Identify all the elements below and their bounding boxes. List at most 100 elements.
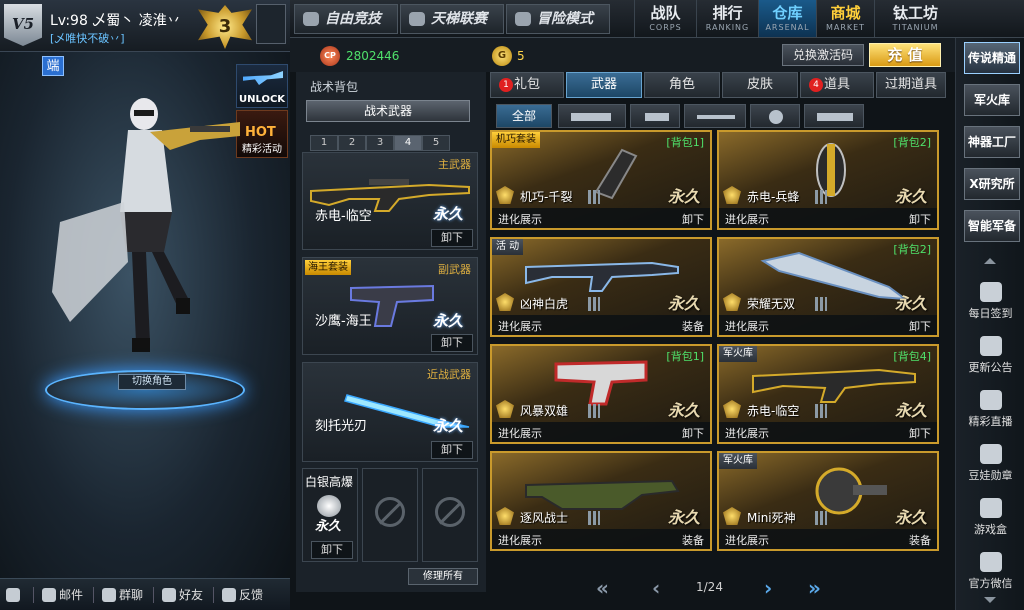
- clan-name[interactable]: [乄唯快不破丷]: [50, 30, 125, 46]
- empty-slot[interactable]: [362, 468, 418, 562]
- weapon-name: 荣耀无双: [747, 297, 796, 311]
- backpack-slot-3[interactable]: 3: [366, 135, 394, 151]
- secondary-weapon-slot[interactable]: 海王套装 副武器 沙鹰-海王 永久 卸下: [302, 257, 478, 355]
- nav-titanium[interactable]: 钛工坊 TITANIUM: [874, 0, 956, 37]
- tab-items[interactable]: 4 道具: [800, 72, 874, 98]
- daily-checkin-button[interactable]: 每日签到: [956, 282, 1024, 321]
- prev-page-icon[interactable]: ‹: [652, 576, 660, 600]
- legend-mastery-button[interactable]: 传说精通: [964, 42, 1020, 74]
- profile-expand-button[interactable]: [256, 4, 286, 44]
- card-action-button[interactable]: 装备: [682, 318, 704, 334]
- card-action-button[interactable]: 卸下: [909, 425, 931, 441]
- backpack-slot-2[interactable]: 2: [338, 135, 366, 151]
- evolution-preview-button[interactable]: 进化展示: [725, 532, 769, 548]
- filter-rifles[interactable]: [558, 104, 626, 128]
- mail-label: 邮件: [59, 588, 84, 602]
- update-notice-button[interactable]: 更新公告: [956, 336, 1024, 375]
- feedback-button[interactable]: 反馈: [222, 586, 263, 603]
- next-page-icon[interactable]: ›: [764, 576, 772, 600]
- medal-button[interactable]: 豆娃勋章: [956, 444, 1024, 483]
- mail-button[interactable]: 邮件: [42, 586, 83, 603]
- recharge-button[interactable]: 充 值: [869, 43, 941, 67]
- switch-character-button[interactable]: 切换角色: [118, 374, 186, 390]
- unequip-button[interactable]: 卸下: [431, 441, 473, 459]
- card-action-button[interactable]: 装备: [909, 532, 931, 548]
- scroll-up-icon[interactable]: [984, 258, 996, 264]
- tab-gift-pack[interactable]: 1 礼包: [490, 72, 564, 98]
- unlock-promo-button[interactable]: UNLOCK: [236, 64, 288, 108]
- filter-all[interactable]: 全部: [496, 104, 552, 128]
- card-action-button[interactable]: 卸下: [909, 211, 931, 227]
- weapon-card[interactable]: 机巧套装 [背包1] 机巧-千裂 永久 进化展示 卸下: [490, 130, 712, 230]
- last-page-icon[interactable]: »: [808, 576, 821, 600]
- weapon-card[interactable]: [背包1] 风暴双雄 永久 进化展示 卸下: [490, 344, 712, 444]
- weapon-card[interactable]: 逐风战士 永久 进化展示 装备: [490, 451, 712, 551]
- mode-free-battle[interactable]: 自由竞技: [294, 4, 398, 34]
- evolution-preview-button[interactable]: 进化展示: [498, 318, 542, 334]
- group-chat-button[interactable]: 群聊: [102, 586, 143, 603]
- game-box-button[interactable]: 游戏盒: [956, 498, 1024, 537]
- nav-market[interactable]: 商城 MARKET: [816, 0, 874, 37]
- card-action-button[interactable]: 装备: [682, 532, 704, 548]
- nav-label: 排行: [712, 4, 743, 22]
- redeem-code-button[interactable]: 兑换激活码: [782, 44, 864, 66]
- unequip-button[interactable]: 卸下: [431, 229, 473, 247]
- tab-characters[interactable]: 角色: [644, 72, 720, 98]
- mode-adventure[interactable]: 冒险模式: [506, 4, 610, 34]
- backpack-slot-1[interactable]: 1: [310, 135, 338, 151]
- filter-grenades[interactable]: [750, 104, 800, 128]
- card-action-button[interactable]: 卸下: [909, 318, 931, 334]
- mode-ladder-league[interactable]: 天梯联赛: [400, 4, 504, 34]
- tab-expired-items[interactable]: 过期道具: [876, 72, 946, 98]
- tab-label: 角色: [668, 77, 695, 92]
- unequip-button[interactable]: 卸下: [311, 541, 353, 559]
- unequip-button[interactable]: 卸下: [431, 334, 473, 352]
- backpack-slot-4[interactable]: 4: [394, 135, 422, 151]
- empty-slot[interactable]: [422, 468, 478, 562]
- filter-pistols[interactable]: [630, 104, 680, 128]
- evolution-preview-button[interactable]: 进化展示: [725, 211, 769, 227]
- primary-weapon-slot[interactable]: 主武器 赤电-临空 永久 卸下: [302, 152, 478, 250]
- repair-all-button[interactable]: 修理所有: [408, 568, 478, 585]
- nav-ranking[interactable]: 排行 RANKING: [696, 0, 758, 37]
- weapon-filter-bar: 全部: [490, 104, 946, 128]
- artifact-factory-button[interactable]: 神器工厂: [964, 126, 1020, 158]
- evolution-preview-button[interactable]: 进化展示: [498, 532, 542, 548]
- smart-armory-button[interactable]: 智能军备: [964, 210, 1020, 242]
- evolution-preview-button[interactable]: 进化展示: [498, 211, 542, 227]
- nav-arsenal[interactable]: 仓库 ARSENAL: [758, 0, 816, 37]
- tab-label: 道具: [823, 77, 850, 92]
- nav-corps[interactable]: 战队 CORPS: [634, 0, 696, 37]
- weapon-card[interactable]: [背包2] 荣耀无双 永久 进化展示 卸下: [717, 237, 939, 337]
- tab-skins[interactable]: 皮肤: [722, 72, 798, 98]
- friends-button[interactable]: 好友: [162, 586, 203, 603]
- hot-event-button[interactable]: HOT 精彩活动: [236, 110, 288, 158]
- weapon-card[interactable]: 军火库 Mini死神 永久 进化展示 装备: [717, 451, 939, 551]
- filter-melee[interactable]: [684, 104, 746, 128]
- backpack-slot-5[interactable]: 5: [422, 135, 450, 151]
- melee-weapon-slot[interactable]: 近战武器 刻托光刃 永久 卸下: [302, 362, 478, 462]
- evolution-preview-button[interactable]: 进化展示: [725, 318, 769, 334]
- arsenal-button[interactable]: 军火库: [964, 84, 1020, 116]
- first-page-icon[interactable]: «: [596, 576, 609, 600]
- weapon-card[interactable]: 活 动 凶神白虎 永久 进化展示 装备: [490, 237, 712, 337]
- weapon-card[interactable]: [背包2] 赤电-兵蜂 永久 进化展示 卸下: [717, 130, 939, 230]
- backpack-indicator: [背包1]: [666, 350, 704, 363]
- live-stream-button[interactable]: 精彩直播: [956, 390, 1024, 429]
- card-action-button[interactable]: 卸下: [682, 425, 704, 441]
- x-institute-button[interactable]: X研究所: [964, 168, 1020, 200]
- weapon-image: [525, 479, 680, 510]
- grenade-slot[interactable]: 白银高爆 永久 卸下: [302, 468, 358, 562]
- evolution-preview-button[interactable]: 进化展示: [498, 425, 542, 441]
- evolution-preview-button[interactable]: 进化展示: [725, 425, 769, 441]
- cp-coin-icon: CP: [320, 46, 340, 66]
- weapon-card[interactable]: 军火库 [背包4] 赤电-临空 永久 进化展示 卸下: [717, 344, 939, 444]
- filter-other[interactable]: [804, 104, 864, 128]
- wechat-button[interactable]: 官方微信: [956, 552, 1024, 591]
- settings-button[interactable]: [6, 587, 23, 602]
- tab-weapons[interactable]: 武器: [566, 72, 642, 98]
- card-action-button[interactable]: 卸下: [682, 211, 704, 227]
- nav-label: 钛工坊: [892, 4, 938, 22]
- tactical-weapons-button[interactable]: 战术武器: [306, 100, 470, 122]
- scroll-down-icon[interactable]: [984, 597, 996, 603]
